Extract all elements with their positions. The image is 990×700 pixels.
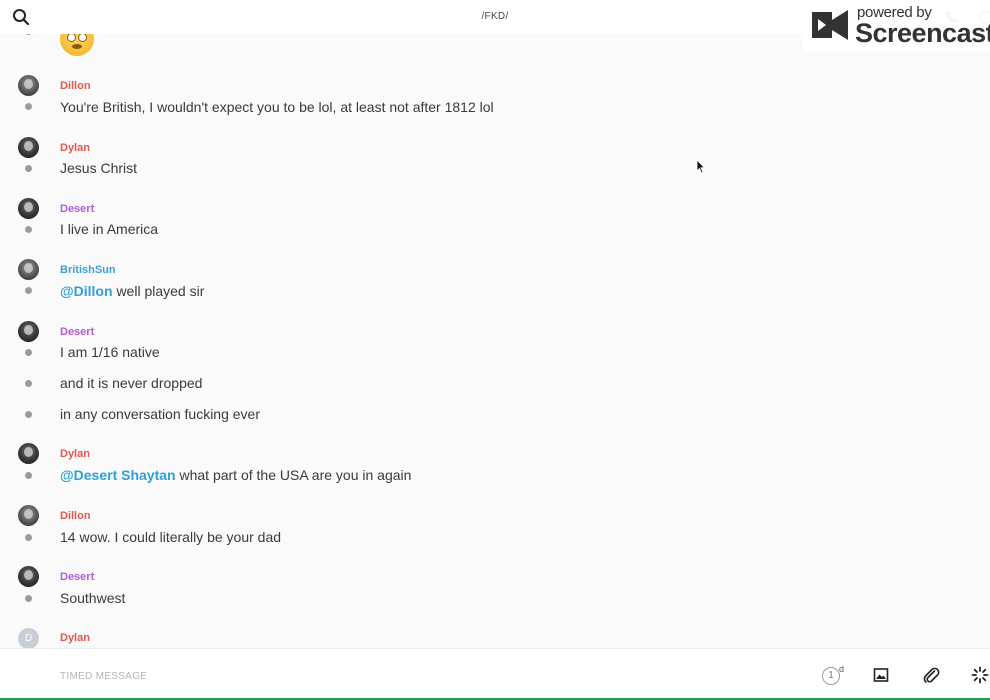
message-dot bbox=[25, 165, 32, 172]
avatar[interactable] bbox=[18, 321, 39, 342]
message-author[interactable]: Dillon bbox=[60, 510, 91, 522]
message-dot bbox=[25, 287, 32, 294]
message-author[interactable]: Desert bbox=[60, 326, 94, 338]
message-dot bbox=[25, 595, 32, 602]
message-text: and it is never dropped bbox=[60, 375, 203, 391]
message-dot bbox=[25, 380, 32, 387]
message-text-body: what part of the USA are you in again bbox=[179, 467, 412, 483]
message-text: Southwest bbox=[60, 590, 126, 606]
message-dot bbox=[25, 103, 32, 110]
message-text: in any conversation fucking ever bbox=[60, 406, 260, 422]
message-composer: 1 d bbox=[0, 648, 990, 700]
message-dot bbox=[25, 411, 32, 418]
paperclip-icon[interactable] bbox=[922, 666, 940, 684]
timer-button[interactable]: 1 d bbox=[822, 664, 846, 685]
message-list[interactable]: Dillon You're British, I wouldn't expect… bbox=[0, 34, 990, 648]
loading-spinner-icon[interactable] bbox=[971, 666, 989, 684]
avatar[interactable] bbox=[18, 137, 39, 158]
message-author[interactable]: Desert bbox=[60, 203, 94, 215]
avatar[interactable] bbox=[18, 198, 39, 219]
avatar[interactable] bbox=[18, 443, 39, 464]
message-text: I live in America bbox=[60, 221, 159, 237]
message-author[interactable]: Desert bbox=[60, 571, 94, 583]
avatar[interactable] bbox=[18, 259, 39, 280]
message-text: @Desert Shaytan what part of the USA are… bbox=[60, 467, 411, 483]
avatar[interactable] bbox=[18, 566, 39, 587]
message-text: You're British, I wouldn't expect you to… bbox=[60, 99, 494, 115]
avatar[interactable]: D bbox=[18, 628, 39, 648]
message-text: I am 1/16 native bbox=[60, 344, 160, 360]
message-input[interactable] bbox=[60, 668, 760, 684]
message-dot bbox=[25, 226, 32, 233]
timer-value: 1 bbox=[822, 667, 840, 685]
message-text-body: well played sir bbox=[116, 283, 205, 299]
message-author[interactable]: Dylan bbox=[60, 632, 90, 644]
avatar[interactable] bbox=[18, 75, 39, 96]
user-mention[interactable]: @Desert Shaytan bbox=[60, 467, 176, 483]
avatar[interactable] bbox=[18, 505, 39, 526]
message-author[interactable]: Dillon bbox=[60, 80, 91, 92]
message-text: @Dillon well played sir bbox=[60, 283, 204, 299]
flushed-emoji-icon bbox=[60, 34, 94, 56]
message-dot bbox=[25, 349, 32, 356]
message-author[interactable]: Dylan bbox=[60, 142, 90, 154]
user-mention[interactable]: @Dillon bbox=[60, 283, 113, 299]
message-text: 14 wow. I could literally be your dad bbox=[60, 529, 282, 545]
image-icon[interactable] bbox=[873, 667, 889, 683]
message-author[interactable]: BritishSun bbox=[60, 264, 116, 276]
mouse-cursor-icon bbox=[696, 159, 706, 174]
message-author[interactable]: Dylan bbox=[60, 448, 90, 460]
message-text: Jesus Christ bbox=[60, 160, 138, 176]
message-dot bbox=[25, 472, 32, 479]
message-dot bbox=[25, 534, 32, 541]
message-dot bbox=[25, 34, 32, 35]
timer-unit: d bbox=[839, 664, 845, 674]
